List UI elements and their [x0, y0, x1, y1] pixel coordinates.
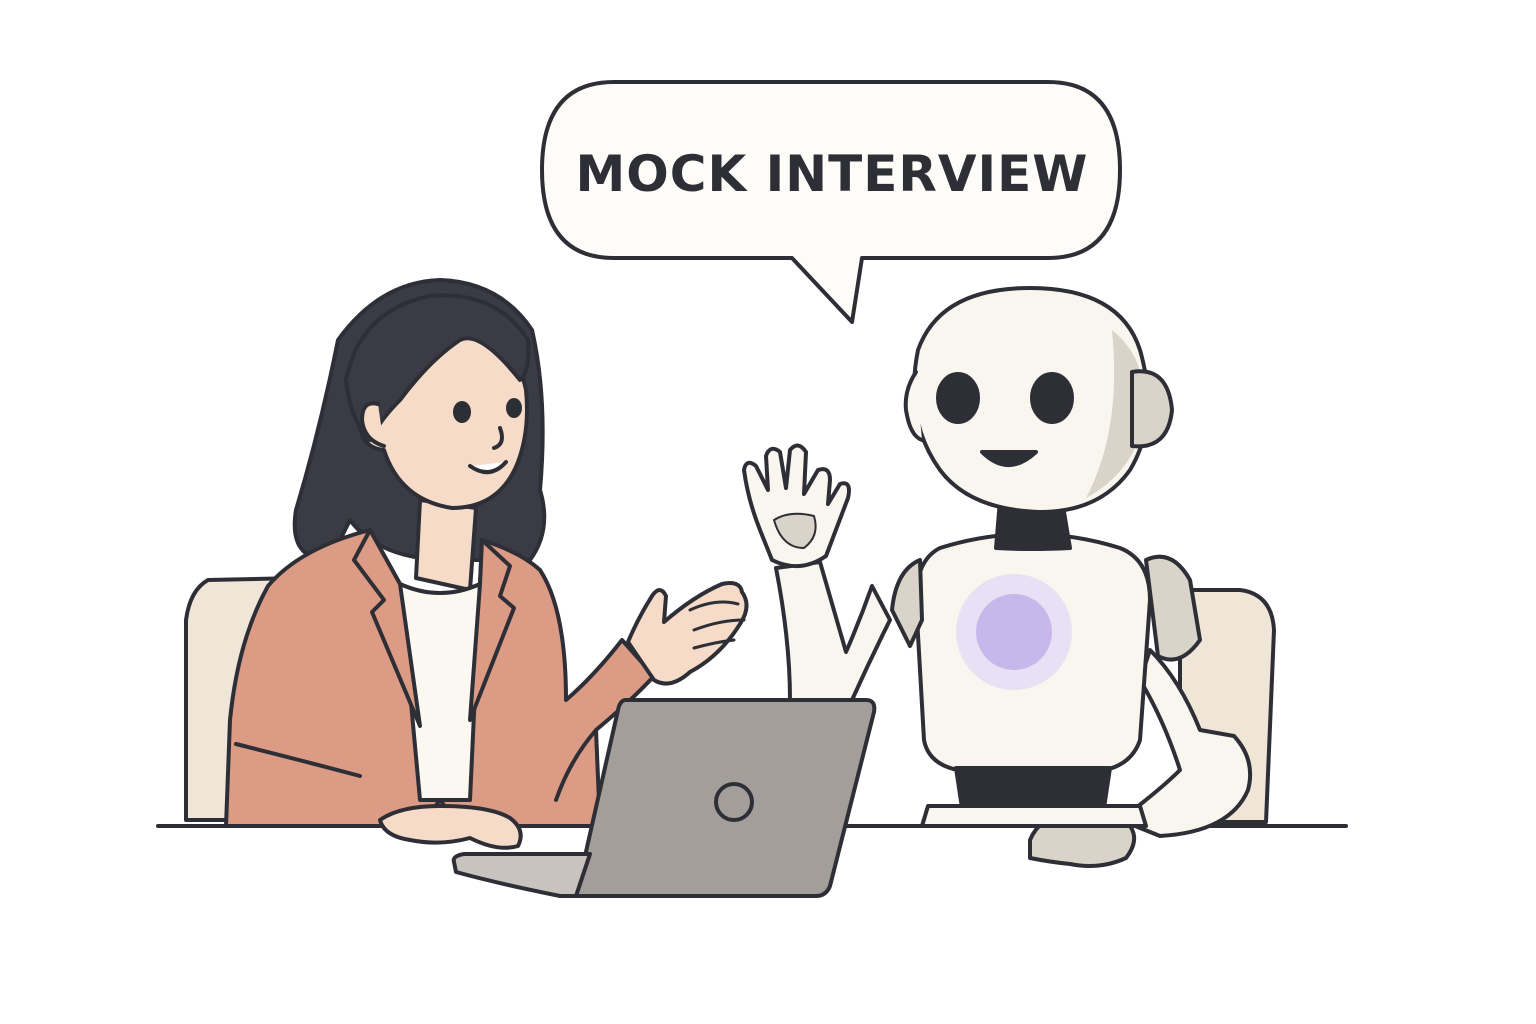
robot-ear-right: [1130, 369, 1174, 449]
laptop-base: [451, 852, 592, 898]
circle-logo-icon: [714, 782, 754, 822]
robot-shoulder-left: [890, 558, 924, 648]
robot-arm-upper-left: [774, 560, 892, 702]
illustration-canvas: MOCK INTERVIEW: [0, 0, 1536, 1024]
robot-chest-light-core: [976, 594, 1052, 670]
robot-eye-right: [1030, 372, 1074, 424]
woman-eye-right: [506, 398, 522, 418]
woman-neck: [414, 498, 478, 592]
robot-eye-left: [936, 372, 980, 424]
robot-waist: [954, 766, 1112, 810]
robot-hips: [920, 804, 1148, 828]
robot-shoulder-right: [1144, 554, 1202, 662]
woman-hand-left: [378, 804, 523, 850]
woman-eye-left: [453, 401, 471, 423]
speech-bubble-text: MOCK INTERVIEW: [575, 145, 1089, 203]
woman-hand-right: [626, 581, 749, 686]
